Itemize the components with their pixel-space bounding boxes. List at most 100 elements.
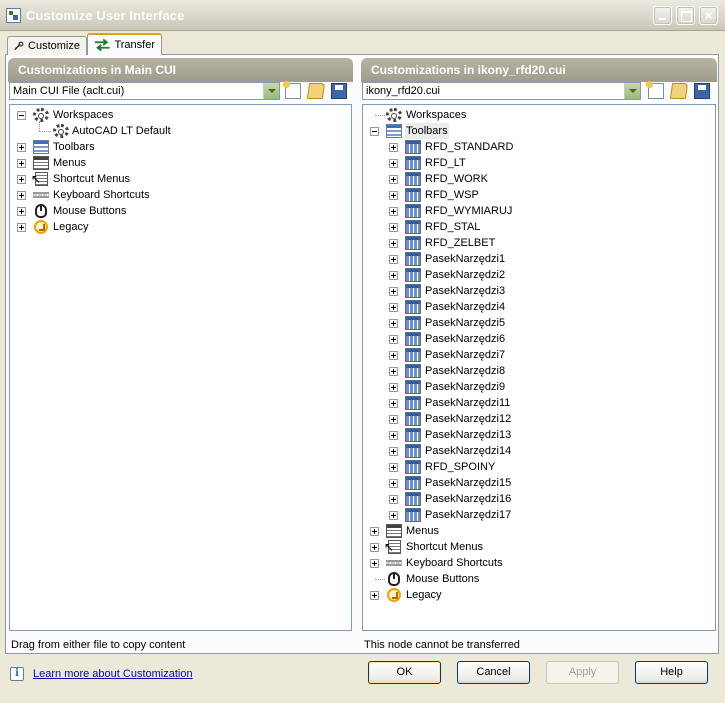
new-file-icon[interactable]: [646, 81, 664, 99]
tree-node-toolbar-item[interactable]: PasekNarzędzi15: [363, 475, 715, 491]
tree-node-toolbar-item[interactable]: PasekNarzędzi13: [363, 427, 715, 443]
expand-icon[interactable]: [389, 207, 398, 216]
expand-icon[interactable]: [389, 383, 398, 392]
tab-transfer[interactable]: Transfer: [87, 33, 162, 55]
tree-node-toolbar-item[interactable]: PasekNarzędzi4: [363, 299, 715, 315]
tree-node-menus[interactable]: Menus: [363, 523, 715, 539]
tree-node-toolbar-item[interactable]: RFD_SPOINY: [363, 459, 715, 475]
left-panel-header: Customizations in Main CUI: [8, 58, 353, 82]
expand-icon[interactable]: [389, 303, 398, 312]
close-button[interactable]: ×: [699, 6, 718, 25]
tree-node-keyboard-shortcuts[interactable]: Keyboard Shortcuts: [10, 187, 351, 203]
tree-node-toolbar-item[interactable]: RFD_STANDARD: [363, 139, 715, 155]
tree-node-toolbar-item[interactable]: PasekNarzędzi6: [363, 331, 715, 347]
expand-icon[interactable]: [389, 143, 398, 152]
expand-icon[interactable]: [389, 271, 398, 280]
expand-icon[interactable]: [389, 415, 398, 424]
help-button[interactable]: Help: [635, 661, 708, 684]
tree-node-toolbar-item[interactable]: PasekNarzędzi16: [363, 491, 715, 507]
expand-icon[interactable]: [370, 543, 379, 552]
tree-node-autocad-lt-default[interactable]: AutoCAD LT Default: [10, 121, 351, 139]
tree-node-workspaces[interactable]: Workspaces: [363, 107, 715, 123]
expand-icon[interactable]: [17, 223, 26, 232]
tree-node-toolbar-item[interactable]: PasekNarzędzi2: [363, 267, 715, 283]
expand-icon[interactable]: [389, 175, 398, 184]
ok-button[interactable]: OK: [368, 661, 441, 684]
tree-node-toolbar-item[interactable]: PasekNarzędzi12: [363, 411, 715, 427]
left-tree-view[interactable]: Workspaces AutoCAD LT Default Toolbars M…: [9, 104, 352, 631]
new-file-icon[interactable]: [283, 81, 301, 99]
tree-node-shortcut-menus[interactable]: Shortcut Menus: [363, 539, 715, 555]
expand-icon[interactable]: [389, 495, 398, 504]
expand-icon[interactable]: [389, 223, 398, 232]
learn-more-link[interactable]: Learn more about Customization: [33, 668, 193, 680]
expand-icon[interactable]: [17, 191, 26, 200]
chevron-down-icon[interactable]: [263, 83, 279, 99]
tree-node-legacy[interactable]: Legacy: [363, 587, 715, 603]
expand-icon[interactable]: [17, 143, 26, 152]
expand-icon[interactable]: [389, 319, 398, 328]
tree-node-toolbar-item[interactable]: RFD_STAL: [363, 219, 715, 235]
expand-icon[interactable]: [389, 479, 398, 488]
collapse-icon[interactable]: [17, 111, 26, 120]
right-cui-file-select[interactable]: ikony_rfd20.cui: [362, 82, 641, 100]
save-icon[interactable]: [694, 83, 710, 99]
tree-node-toolbar-item[interactable]: PasekNarzędzi3: [363, 283, 715, 299]
right-tree-view[interactable]: Workspaces Toolbars RFD_STANDARD RFD_LT RF…: [362, 104, 716, 631]
minimize-button[interactable]: [653, 6, 672, 25]
expand-icon[interactable]: [389, 255, 398, 264]
expand-icon[interactable]: [389, 367, 398, 376]
tree-node-menus[interactable]: Menus: [10, 155, 351, 171]
tree-node-toolbar-item[interactable]: RFD_WORK: [363, 171, 715, 187]
expand-icon[interactable]: [389, 511, 398, 520]
tree-node-toolbar-item[interactable]: RFD_WSP: [363, 187, 715, 203]
save-icon[interactable]: [331, 83, 347, 99]
tree-node-toolbar-item[interactable]: PasekNarzędzi5: [363, 315, 715, 331]
tree-node-legacy[interactable]: Legacy: [10, 219, 351, 235]
tree-node-toolbar-item[interactable]: PasekNarzędzi7: [363, 347, 715, 363]
tree-node-toolbar-item[interactable]: PasekNarzędzi14: [363, 443, 715, 459]
expand-icon[interactable]: [389, 191, 398, 200]
tree-node-toolbar-item[interactable]: RFD_ZELBET: [363, 235, 715, 251]
tree-node-toolbar-item[interactable]: PasekNarzędzi8: [363, 363, 715, 379]
expand-icon[interactable]: [17, 175, 26, 184]
tree-node-mouse-buttons[interactable]: Mouse Buttons: [363, 571, 715, 587]
maximize-button[interactable]: [676, 6, 695, 25]
title-bar[interactable]: Customize User Interface ×: [0, 0, 725, 31]
tree-node-toolbar-item[interactable]: RFD_WYMIARUJ: [363, 203, 715, 219]
tree-node-toolbar-item[interactable]: PasekNarzędzi17: [363, 507, 715, 523]
expand-icon[interactable]: [370, 591, 379, 600]
tree-node-keyboard-shortcuts[interactable]: Keyboard Shortcuts: [363, 555, 715, 571]
expand-icon[interactable]: [389, 351, 398, 360]
tab-customize[interactable]: Customize: [7, 36, 87, 55]
expand-icon[interactable]: [389, 431, 398, 440]
tree-node-shortcut-menus[interactable]: Shortcut Menus: [10, 171, 351, 187]
open-folder-icon[interactable]: [669, 83, 689, 99]
expand-icon[interactable]: [389, 447, 398, 456]
chevron-down-icon[interactable]: [624, 83, 640, 99]
expand-icon[interactable]: [389, 287, 398, 296]
toolbars-icon: [386, 124, 402, 138]
cancel-button[interactable]: Cancel: [457, 661, 530, 684]
tree-node-mouse-buttons[interactable]: Mouse Buttons: [10, 203, 351, 219]
expand-icon[interactable]: [370, 559, 379, 568]
open-folder-icon[interactable]: [306, 83, 326, 99]
tree-node-toolbar-item[interactable]: PasekNarzędzi1: [363, 251, 715, 267]
tree-node-workspaces[interactable]: Workspaces: [10, 107, 351, 123]
tree-node-toolbar-item[interactable]: PasekNarzędzi11: [363, 395, 715, 411]
expand-icon[interactable]: [389, 335, 398, 344]
expand-icon[interactable]: [17, 159, 26, 168]
expand-icon[interactable]: [389, 239, 398, 248]
expand-icon[interactable]: [389, 463, 398, 472]
tree-node-toolbars[interactable]: Toolbars: [10, 139, 351, 155]
tree-node-toolbars[interactable]: Toolbars: [363, 123, 715, 139]
left-cui-file-select[interactable]: Main CUI File (aclt.cui): [9, 82, 280, 100]
tree-node-toolbar-item[interactable]: RFD_LT: [363, 155, 715, 171]
collapse-icon[interactable]: [370, 127, 379, 136]
expand-icon[interactable]: [370, 527, 379, 536]
expand-icon[interactable]: [389, 159, 398, 168]
expand-icon[interactable]: [17, 207, 26, 216]
tree-node-toolbar-item[interactable]: PasekNarzędzi9: [363, 379, 715, 395]
apply-button[interactable]: Apply: [546, 661, 619, 684]
expand-icon[interactable]: [389, 399, 398, 408]
